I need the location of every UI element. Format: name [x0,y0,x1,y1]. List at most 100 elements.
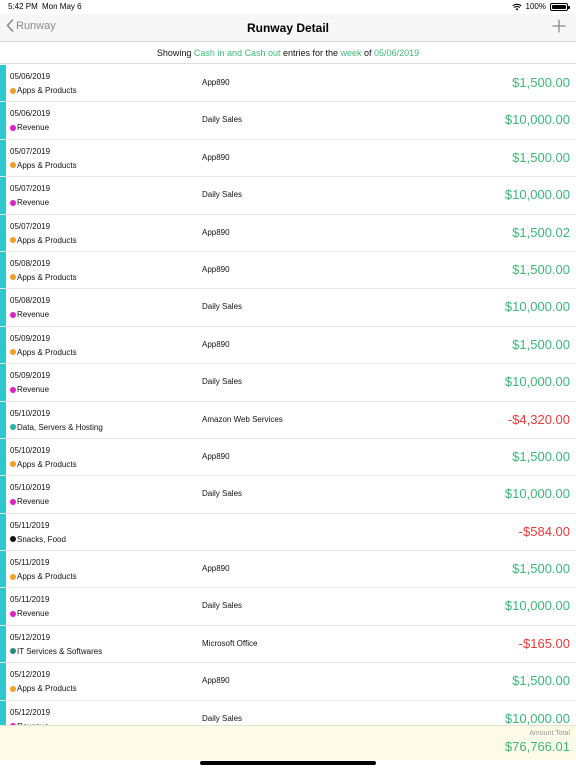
status-date: Mon May 6 [42,2,82,11]
category-dot-icon [10,274,16,281]
add-icon[interactable] [552,19,566,33]
amount-total-bar: Amount Total $76,766.01 [0,725,576,760]
entry-date: 05/06/2019 [10,72,51,81]
list-item[interactable]: 05/07/2019 Revenue Daily Sales $10,000.00 [0,177,576,215]
entry-category: Snacks, Food [10,535,66,544]
category-dot-icon [10,199,16,206]
row-accent-stripe [0,139,6,177]
entry-category: Apps & Products [10,161,77,170]
list-item[interactable]: 05/12/2019 IT Services & Softwares Microso… [0,625,576,664]
entry-date: 05/10/2019 [10,408,51,418]
entry-category-label: Snacks, Food [17,534,66,544]
entry-date: 05/12/2019 [10,670,51,680]
list-item[interactable]: 05/09/2019 Revenue Daily Sales $10,000.00 [0,364,576,402]
entry-category-label: Revenue [17,497,50,507]
entry-category-label: Revenue [17,609,50,619]
list-item[interactable]: 05/12/2019RevenueDaily Sales$10,000.00 [0,700,576,725]
entry-date: 05/07/2019 [10,184,51,194]
entry-date: 05/11/2019 [10,595,50,605]
list-item[interactable]: 05/08/2019 Revenue Daily Sales $10,000.00 [0,289,576,327]
entry-date: 05/12/2019 [10,632,51,642]
navigation-bar: Runway Runway Detail [0,14,576,42]
entry-description: Daily Sales [202,377,243,387]
entry-category: Apps & Products [10,348,77,357]
entry-description: App890 [202,676,230,686]
entries-list[interactable]: 05/06/2019 Apps & Products App890 $1,500.00… [0,65,576,725]
entry-amount: $1,500.00 [512,673,570,689]
entry-amount: $10,000.00 [504,598,570,614]
list-item[interactable]: 05/06/2019 Revenue Daily Sales $10,000.00 [0,102,576,140]
status-right: 100% [511,2,570,11]
entry-description: Daily Sales [202,601,243,611]
wifi-icon [511,3,522,10]
list-item[interactable]: 05/07/2019 Apps & Products App890 $1,500.00 [0,139,576,178]
list-item[interactable]: 05/10/2019 Data, Servers & Hosting Amazon … [0,401,576,439]
entry-date: 05/06/2019 [10,109,51,119]
entry-date: 05/10/2019 [10,445,51,455]
filter-middle: entries for the [280,48,341,58]
category-dot-icon [10,461,16,468]
list-item[interactable]: 05/11/2019 Revenue Daily Sales $10,000.00 [0,588,576,626]
entry-category: Data, Servers & Hosting [10,423,103,432]
entry-description: App890 [202,152,230,162]
status-bar: 5:42 PM Mon May 6 100% [0,0,576,14]
entry-description: App890 [202,227,230,237]
entry-category: Apps & Products [10,273,77,282]
page-title: Runway Detail [246,21,330,35]
entry-category: Apps & Products [10,684,77,693]
entry-amount: $1,500.00 [512,448,570,464]
row-accent-stripe [0,214,6,251]
list-item[interactable]: 05/10/2019 Revenue Daily Sales $10,000.00 [0,476,576,514]
entry-description: Daily Sales [202,190,243,200]
status-time: 5:42 PM [8,2,38,11]
filter-date[interactable]: 05/06/2019 [374,48,419,58]
entry-amount: $1,500.02 [512,224,570,240]
entry-date: 05/11/2019 [10,520,50,530]
entry-description: Daily Sales [202,115,243,125]
entry-category-label: Apps & Products [17,235,77,245]
entry-category-label: IT Services & Softwares [17,646,103,656]
row-accent-stripe [0,551,6,588]
entry-amount: $10,000.00 [504,710,570,725]
entry-category-label: Apps & Products [17,459,77,469]
category-dot-icon [10,162,16,169]
filter-period[interactable]: week [341,48,362,58]
category-dot-icon [10,685,16,692]
entry-description: App890 [202,339,230,349]
filter-prefix: Showing [156,48,194,58]
row-accent-stripe [0,251,6,289]
category-dot-icon [10,124,16,131]
list-item[interactable]: 05/07/2019 Apps & Products App890 $1,500.02 [0,214,576,252]
entry-amount: $10,000.00 [504,299,570,315]
entry-category-label: Revenue [17,123,50,133]
entry-date: 05/11/2019 [10,558,50,568]
entry-category: Apps & Products [10,572,77,581]
category-dot-icon [10,498,16,505]
entry-date: 05/07/2019 [10,221,51,231]
entry-amount: $10,000.00 [504,486,570,502]
category-dot-icon [10,648,16,655]
row-accent-stripe [0,663,6,700]
battery-percent: 100% [525,2,546,11]
entry-category-label: Apps & Products [17,272,77,282]
entry-date: 05/08/2019 [10,258,51,268]
entry-category: Revenue [10,497,49,506]
list-item[interactable]: 05/12/2019 Apps & Products App890 $1,500.00 [0,663,576,701]
category-dot-icon [10,573,16,580]
entry-category-label: Revenue [17,310,50,320]
list-item[interactable]: 05/08/2019 Apps & Products App890 $1,500.00 [0,251,576,290]
list-item[interactable]: 05/11/2019 Snacks, Food -$584.00 [0,513,576,552]
list-item[interactable]: 05/09/2019 Apps & Products App890 $1,500.00 [0,326,576,365]
list-item[interactable]: 05/11/2019 Apps & Products App890 $1,500.00 [0,551,576,589]
entry-category: Apps & Products [10,236,77,245]
battery-icon [550,2,570,11]
filter-scope[interactable]: Cash in and Cash out [194,48,281,58]
list-item[interactable]: 05/10/2019 Apps & Products App890 $1,500.00 [0,438,576,477]
entry-category: Revenue [10,609,49,618]
entry-description: App890 [202,78,230,87]
list-item[interactable]: 05/06/2019 Apps & Products App890 $1,500.00 [0,65,576,103]
entry-description: Daily Sales [202,713,243,723]
entry-description: Daily Sales [202,489,243,499]
entry-description: App890 [202,564,230,574]
entry-amount: $10,000.00 [504,187,570,203]
